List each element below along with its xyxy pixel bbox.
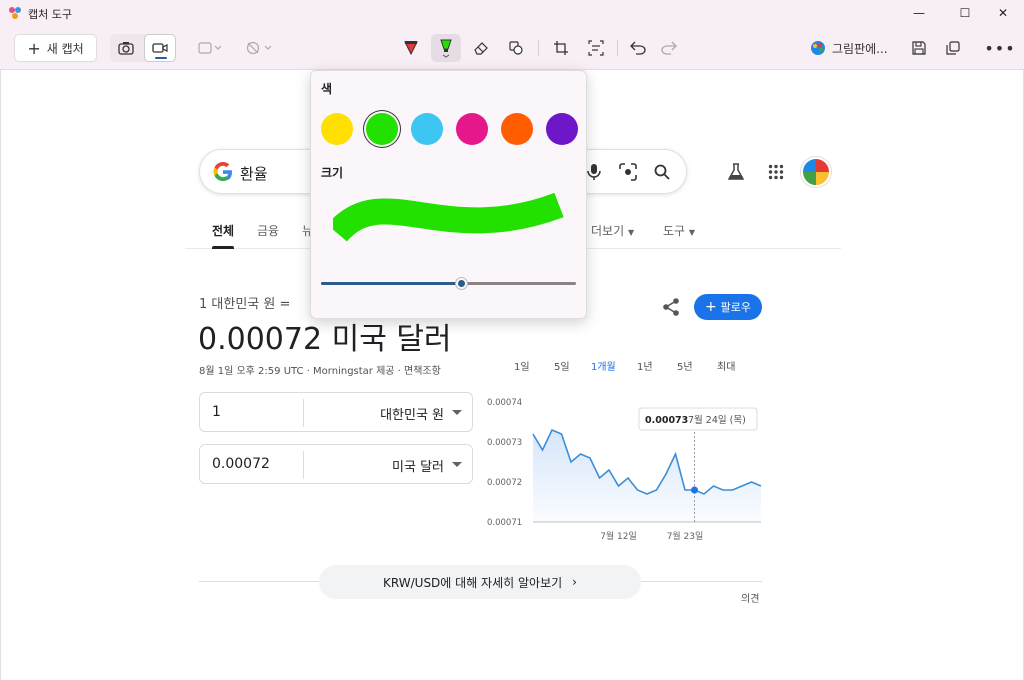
range-5y[interactable]: 5년 — [677, 358, 693, 373]
new-capture-button[interactable]: + 새 캡처 — [14, 34, 97, 62]
copy-icon[interactable] — [940, 34, 966, 62]
caret-down-icon — [452, 462, 462, 467]
tooltip-value: 0.00073 — [645, 415, 688, 426]
amount-value: 1 — [212, 404, 221, 420]
crop-icon[interactable] — [548, 34, 574, 62]
hover-point — [691, 486, 698, 494]
text-actions-icon[interactable] — [583, 34, 609, 62]
amount-input-usd[interactable]: 0.00072 미국 달러 — [199, 444, 473, 484]
x-tick-label: 7월 23일 — [667, 530, 704, 542]
rate-from-label: 1 대한민국 원 = — [199, 297, 291, 312]
search-icon[interactable] — [652, 162, 672, 182]
divider — [303, 399, 304, 427]
redo-icon[interactable] — [656, 34, 682, 62]
y-tick-label: 0.00072 — [487, 478, 522, 488]
stroke-preview — [333, 192, 564, 243]
more-options-icon[interactable]: ••• — [984, 34, 1014, 62]
range-5d[interactable]: 5일 — [554, 358, 570, 373]
range-1y[interactable]: 1년 — [637, 358, 653, 373]
color-section-title: 색 — [321, 82, 333, 96]
plus-icon: + — [704, 299, 717, 315]
chevron-right-icon: › — [572, 575, 577, 589]
open-with-label: 그림판에... — [832, 41, 888, 56]
avatar[interactable] — [801, 157, 831, 187]
share-icon[interactable] — [661, 297, 681, 317]
range-1d[interactable]: 1일 — [514, 358, 530, 373]
series-area — [533, 430, 761, 522]
caret-down-icon: ▼ — [688, 228, 696, 237]
learn-more-label: KRW/USD에 대해 자세히 알아보기 — [383, 575, 563, 590]
search-query: 환율 — [240, 165, 268, 183]
plus-icon: + — [27, 38, 41, 58]
tab-tools[interactable]: 도구 ▼ — [663, 222, 695, 239]
capture-mode-group — [110, 34, 176, 62]
highlighter-icon[interactable] — [431, 34, 461, 62]
divider — [303, 451, 304, 479]
follow-label: 팔로우 — [720, 301, 752, 314]
feedback-link[interactable]: 의견 — [741, 590, 759, 605]
size-slider-fill — [321, 282, 462, 285]
color-swatch-magenta[interactable] — [456, 113, 488, 145]
shapes-icon[interactable] — [503, 34, 529, 62]
window-title: 캡처 도구 — [28, 8, 72, 21]
tab-finance[interactable]: 금융 — [257, 222, 279, 239]
learn-more-button[interactable]: KRW/USD에 대해 자세히 알아보기 › — [319, 565, 641, 599]
y-tick-label: 0.00071 — [487, 518, 522, 528]
tab-all[interactable]: 전체 — [212, 222, 235, 249]
rectangle-icon — [198, 42, 222, 54]
size-section-title: 크기 — [321, 166, 344, 180]
close-button[interactable]: ✕ — [980, 0, 1024, 26]
eraser-icon[interactable] — [468, 34, 494, 62]
range-1m[interactable]: 1개월 — [591, 358, 616, 373]
undo-icon[interactable] — [625, 34, 651, 62]
labs-flask-icon[interactable] — [724, 160, 748, 184]
video-icon[interactable] — [144, 34, 176, 62]
minimize-button[interactable]: — — [896, 0, 942, 26]
toolbar: + 새 캡처 그림판에... ••• — [0, 26, 1024, 70]
tab-tools-label: 도구 — [663, 224, 686, 238]
color-swatch-green[interactable] — [366, 113, 398, 145]
title-bar: 캡처 도구 — ☐ ✕ — [0, 0, 1024, 26]
currency-select-krw[interactable]: 대한민국 원 — [380, 404, 444, 423]
amount-value: 0.00072 — [212, 456, 270, 472]
open-with-paint-button[interactable]: 그림판에... — [806, 34, 898, 62]
rate-value: 0.00072 미국 달러 — [198, 322, 452, 357]
microphone-icon[interactable] — [584, 162, 604, 182]
color-swatch-blue[interactable] — [411, 113, 443, 145]
amount-input-krw[interactable]: 1 대한민국 원 — [199, 392, 473, 432]
toolbar-divider — [538, 40, 539, 56]
tab-more[interactable]: 더보기 ▼ — [591, 222, 634, 239]
color-swatch-purple[interactable] — [546, 113, 578, 145]
color-swatch-yellow[interactable] — [321, 113, 353, 145]
apps-grid-icon[interactable] — [764, 160, 788, 184]
save-icon[interactable] — [906, 34, 932, 62]
range-max[interactable]: 최대 — [717, 358, 735, 373]
snipping-tool-icon — [9, 7, 21, 19]
timer-off-icon — [246, 41, 272, 55]
caret-down-icon — [452, 410, 462, 415]
rate-meta: 8월 1일 오후 2:59 UTC · Morningstar 제공 · 면책조… — [199, 366, 441, 377]
caret-down-icon: ▼ — [627, 228, 635, 237]
new-capture-label: 새 캡처 — [46, 41, 84, 56]
camera-icon[interactable] — [110, 34, 142, 62]
y-tick-label: 0.00073 — [487, 438, 522, 448]
follow-button[interactable]: + 팔로우 — [694, 294, 762, 320]
highlighter-options-popover: 색 크기 — [310, 70, 587, 319]
toolbar-divider — [617, 40, 618, 56]
google-logo-icon — [213, 162, 232, 181]
tab-more-label: 더보기 — [591, 224, 625, 238]
delay-dropdown[interactable] — [243, 34, 275, 62]
y-tick-label: 0.00074 — [487, 398, 522, 408]
size-slider-thumb[interactable] — [455, 278, 467, 289]
ballpoint-pen-icon[interactable] — [398, 34, 424, 62]
lens-icon[interactable] — [618, 162, 638, 182]
paint-icon — [811, 41, 825, 55]
currency-select-usd[interactable]: 미국 달러 — [392, 456, 444, 475]
tooltip-date: 7월 24일 (목) — [688, 414, 746, 426]
snip-shape-dropdown[interactable] — [194, 34, 226, 62]
color-swatch-orange[interactable] — [501, 113, 533, 145]
exchange-rate-chart[interactable]: 0.00074 0.00073 0.00072 0.00071 7월 12일 7월 23일… — [483, 392, 765, 552]
x-tick-label: 7월 12일 — [600, 530, 637, 542]
